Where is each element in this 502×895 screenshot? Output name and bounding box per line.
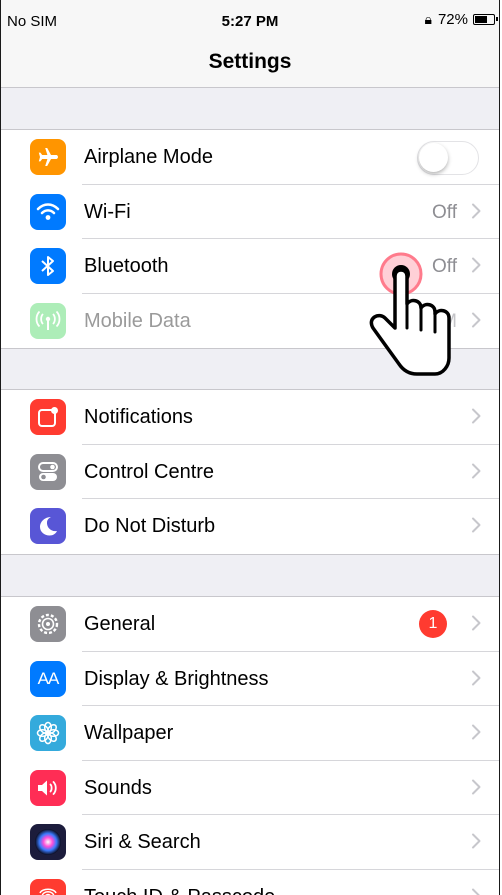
row-label: Do Not Disturb bbox=[84, 515, 216, 537]
status-right: 🔒︎ 72% bbox=[424, 11, 498, 28]
moon-icon bbox=[30, 508, 66, 544]
chevron-right-icon bbox=[472, 408, 481, 424]
battery-fill bbox=[475, 16, 488, 23]
chevron-right-icon bbox=[472, 833, 481, 849]
flower-icon bbox=[30, 715, 66, 751]
toggle-knob bbox=[419, 143, 448, 172]
chevron-right-icon bbox=[472, 779, 481, 794]
row-value: No SIM bbox=[393, 310, 457, 332]
row-label: Mobile Data bbox=[84, 309, 191, 332]
settings-row-general[interactable]: General 1 bbox=[1, 597, 499, 652]
settings-row-wallpaper[interactable]: Wallpaper bbox=[1, 706, 499, 761]
settings-row-display-and-brightness[interactable]: AA Display & Brightness bbox=[1, 652, 499, 706]
chevron-right-icon bbox=[472, 670, 481, 685]
chevron-right-icon bbox=[472, 463, 481, 478]
settings-screen: No SIM 5:27 PM 🔒︎ 72% Settings Airplane … bbox=[0, 0, 500, 895]
row-label: General bbox=[84, 613, 156, 635]
navigation-bar: Settings bbox=[1, 40, 499, 88]
battery-icon bbox=[473, 14, 498, 25]
settings-row-airplane-mode[interactable]: Airplane Mode bbox=[1, 130, 499, 185]
chevron-right-icon bbox=[472, 312, 481, 327]
row-label: Bluetooth bbox=[84, 255, 169, 277]
row-value: Off bbox=[432, 256, 457, 277]
siri-icon bbox=[30, 824, 66, 860]
row-value: Off bbox=[432, 201, 457, 223]
speaker-icon bbox=[30, 769, 66, 806]
row-label: Display & Brightness bbox=[84, 667, 269, 690]
chevron-right-icon bbox=[472, 203, 481, 218]
row-label: Control Centre bbox=[84, 460, 215, 483]
settings-row-bluetooth[interactable]: Bluetooth Off bbox=[1, 239, 499, 294]
control-centre-icon bbox=[30, 453, 66, 490]
bluetooth-icon bbox=[30, 248, 66, 284]
notification-badge: 1 bbox=[419, 610, 447, 638]
settings-row-do-not-disturb[interactable]: Do Not Disturb bbox=[1, 499, 499, 554]
row-label: Wallpaper bbox=[84, 722, 174, 744]
settings-row-touch-id-and-passcode[interactable]: Touch ID & Passcode bbox=[1, 870, 499, 895]
row-label: Sounds bbox=[84, 776, 152, 799]
wifi-icon bbox=[30, 193, 66, 230]
settings-group-3: General 1 AA Display & Brightness Wallpaper S… bbox=[1, 596, 499, 895]
gear-icon bbox=[30, 606, 66, 642]
rotation-lock-icon: 🔒︎ bbox=[424, 11, 432, 27]
chevron-right-icon bbox=[472, 615, 481, 631]
settings-row-control-centre[interactable]: Control Centre bbox=[1, 445, 499, 499]
airplane-mode-toggle[interactable] bbox=[417, 141, 479, 175]
status-bar: No SIM 5:27 PM 🔒︎ 72% bbox=[1, 0, 499, 40]
row-label: Siri & Search bbox=[84, 831, 201, 853]
battery-percent: 72% bbox=[437, 11, 468, 28]
settings-row-notifications[interactable]: Notifications bbox=[1, 390, 499, 445]
row-label: Touch ID & Passcode bbox=[84, 886, 275, 895]
antenna-icon bbox=[30, 302, 66, 339]
notifications-icon bbox=[30, 399, 66, 435]
settings-row-wi-fi[interactable]: Wi-Fi Off bbox=[1, 185, 499, 239]
row-label: Notifications bbox=[84, 406, 193, 428]
chevron-right-icon bbox=[472, 888, 481, 895]
chevron-right-icon bbox=[472, 724, 481, 740]
page-title: Settings bbox=[208, 50, 292, 73]
airplane-icon bbox=[30, 139, 66, 175]
settings-row-sounds[interactable]: Sounds bbox=[1, 761, 499, 815]
settings-group-2: Notifications Control Centre Do Not Distur… bbox=[1, 389, 499, 555]
chevron-right-icon bbox=[472, 257, 481, 273]
settings-group-1: Airplane Mode Wi-Fi Off Bluetooth Off Mobile … bbox=[1, 129, 499, 349]
row-label: Airplane Mode bbox=[84, 146, 213, 168]
chevron-right-icon bbox=[472, 517, 481, 533]
row-label: Wi-Fi bbox=[84, 200, 131, 223]
text-size-icon: AA bbox=[30, 660, 66, 697]
fingerprint-icon bbox=[30, 878, 66, 895]
settings-row-siri-and-search[interactable]: Siri & Search bbox=[1, 815, 499, 870]
settings-row-mobile-data: Mobile Data No SIM bbox=[1, 294, 499, 349]
